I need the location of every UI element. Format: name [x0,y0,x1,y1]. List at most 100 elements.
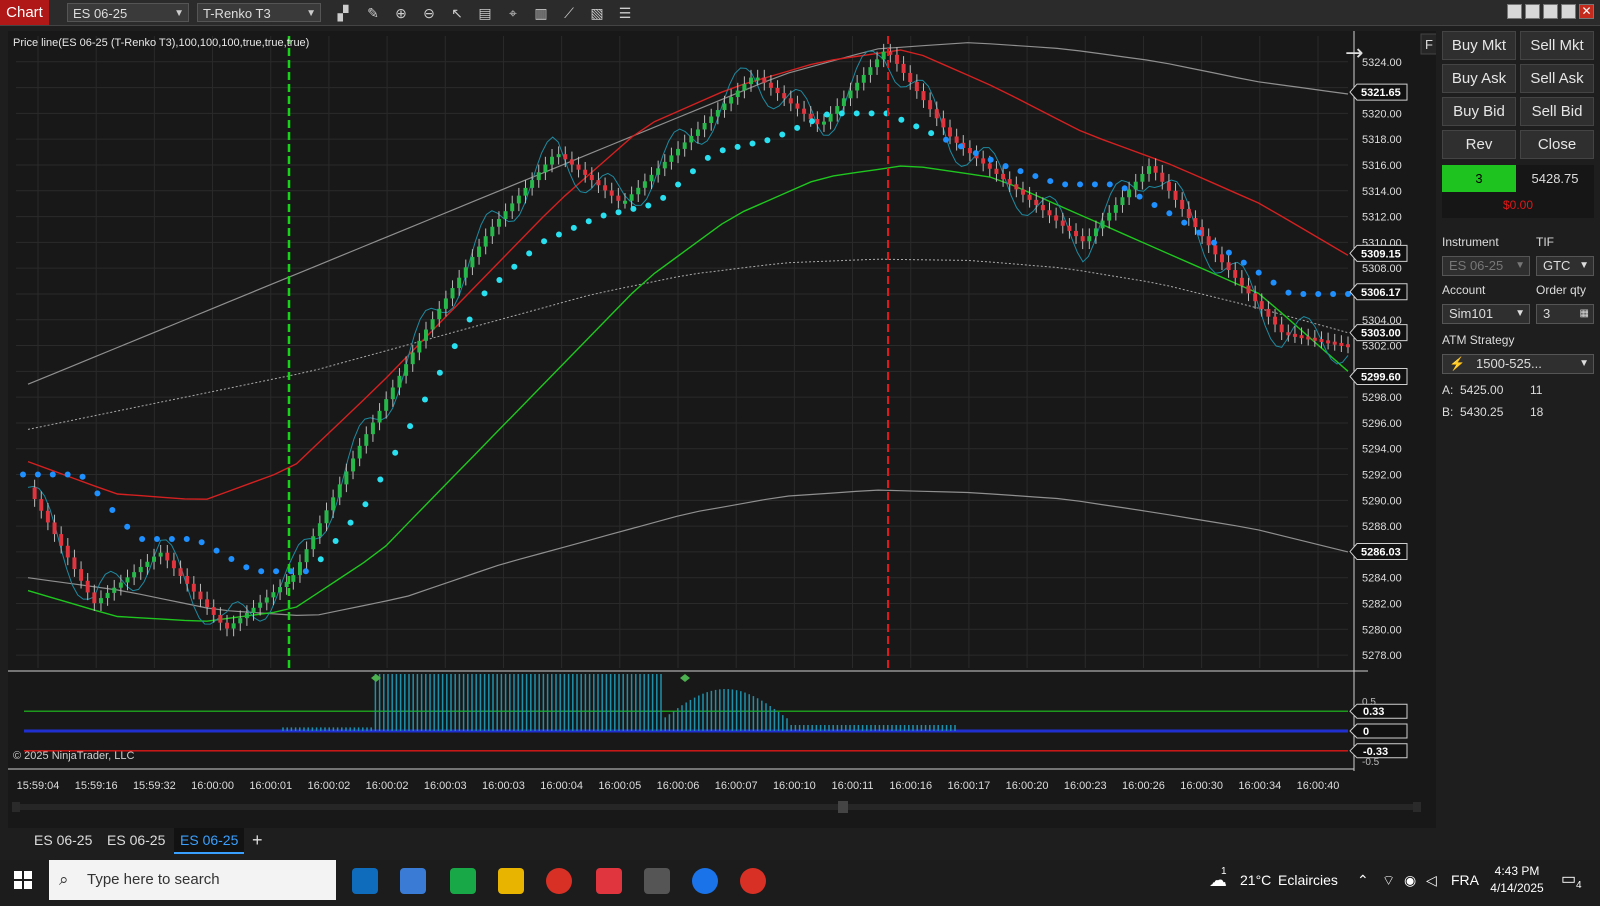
bar-type-selector[interactable]: T-Renko T3 ▼ [197,3,321,22]
candle-body [251,607,256,613]
stop-dot [630,205,637,212]
time-tick-label: 16:00:11 [832,780,874,792]
price-chart[interactable]: 5324.005322.005320.005318.005316.005314.… [8,31,1436,839]
order-qty-stepper[interactable]: 3 ▦ [1536,304,1594,324]
candle-body [1153,166,1158,173]
store-icon[interactable] [400,868,426,894]
atm-strategy-select-value: 1500-525... [1476,356,1542,371]
candle-body [914,82,919,92]
language-indicator[interactable]: FRA [1451,860,1479,900]
anydesk-icon[interactable] [596,868,622,894]
stop-dot [451,343,458,350]
stop-dot [794,124,801,131]
time-tick-label: 16:00:30 [1180,780,1223,792]
window-tile2-button[interactable] [1525,4,1540,19]
pointer-icon[interactable]: ↖ [448,4,466,22]
candle-body [848,90,853,99]
ninjatrader-icon[interactable] [644,868,670,894]
chevron-down-icon: ▼ [1515,308,1525,319]
tab-es-1[interactable]: ES 06-25 [28,828,98,852]
candle-body [1286,332,1291,336]
buy-market-button[interactable]: Buy Mkt [1442,31,1516,60]
candle-body [609,190,614,196]
candle-body [125,577,130,583]
meet-icon[interactable]: ◉ [1404,860,1416,900]
chart-trader-icon[interactable]: ▥ [532,4,550,22]
price-tick-label: 5318.00 [1362,134,1402,146]
stop-dot [258,568,265,575]
strategies-icon[interactable]: ▧ [588,4,606,22]
time-tick-label: 16:00:03 [424,780,467,792]
scroll-right-icon[interactable] [1413,802,1421,812]
zoom-out-icon[interactable]: ⊖ [420,4,438,22]
candle-body [264,597,269,603]
windows-start-icon[interactable] [14,871,32,889]
instrument-field[interactable]: ES 06-25 ▼ [1442,256,1530,276]
instrument-selector[interactable]: ES 06-25 ▼ [67,3,189,22]
sell-market-button[interactable]: Sell Mkt [1520,31,1594,60]
candle-body [569,159,574,165]
stop-dot [1017,168,1024,175]
tray-chevron-up-icon[interactable]: ⌃ [1357,860,1369,900]
candle-body [762,77,767,83]
tab-es-2[interactable]: ES 06-25 [101,828,171,852]
horizontal-scrollbar[interactable] [20,804,1413,810]
tif-select[interactable]: GTC ▼ [1536,256,1594,276]
chrome-icon[interactable] [546,868,572,894]
chart-window-label[interactable]: Chart [0,0,49,25]
price-marker-label: 5306.17 [1361,287,1401,299]
chrome-profile-a-icon[interactable] [692,868,718,894]
instrument-field-value: ES 06-25 [1449,258,1504,273]
arrow-right-icon[interactable]: → [1345,41,1363,66]
properties-list-icon[interactable]: ☰ [616,4,634,22]
taskbar-search[interactable]: ⌕ Type here to search [49,860,336,900]
reverse-button[interactable]: Rev [1442,130,1516,159]
indicators-icon[interactable]: ⟋ [560,4,578,22]
osc-marker-label: -0.33 [1363,746,1388,758]
price-tick-label: 5298.00 [1362,392,1402,404]
sell-bid-button[interactable]: Sell Bid [1520,97,1594,126]
stop-dot [1047,178,1054,185]
sell-ask-button[interactable]: Sell Ask [1520,64,1594,93]
time-tick-label: 16:00:16 [889,780,932,792]
outlook-icon[interactable] [352,868,378,894]
scrollbar-thumb[interactable] [838,801,848,813]
clock[interactable]: 4:43 PM 4/14/2025 [1489,863,1545,897]
account-select[interactable]: Sim101 ▼ [1442,304,1530,324]
buy-bid-button[interactable]: Buy Bid [1442,97,1516,126]
stop-dot [1136,193,1143,200]
tab-es-3[interactable]: ES 06-25 [174,828,245,854]
crosshair-icon[interactable]: ⌖ [504,4,522,22]
stop-dot [734,143,741,150]
minimize-button[interactable] [1543,4,1558,19]
notifications-icon[interactable]: ▭ [1561,860,1576,900]
zoom-in-icon[interactable]: ⊕ [392,4,410,22]
f-button-label: F [1425,37,1433,52]
candle-body [278,587,283,593]
price-marker-label: 5286.03 [1361,547,1401,559]
add-tab-button[interactable]: + [246,828,269,852]
maximize-button[interactable] [1561,4,1576,19]
candle-body [815,119,820,125]
file-explorer-icon[interactable] [498,868,524,894]
buy-ask-button[interactable]: Buy Ask [1442,64,1516,93]
time-tick-label: 16:00:34 [1238,780,1281,792]
atm-strategy-select[interactable]: ⚡ 1500-525... ▼ [1442,354,1594,374]
close-window-button[interactable]: ✕ [1579,4,1594,19]
calculator-icon[interactable]: ▦ [1580,305,1589,323]
network-icon[interactable]: ⌔ [1382,860,1395,900]
stop-dot [913,123,920,130]
chrome-profile-b-icon[interactable] [740,868,766,894]
app-green-icon[interactable] [450,868,476,894]
tif-label: TIF [1536,235,1554,249]
time-tick-label: 16:00:02 [366,780,409,792]
scroll-left-icon[interactable] [12,802,20,812]
bid-label: B: [1442,405,1454,419]
close-position-button[interactable]: Close [1520,130,1594,159]
volume-icon[interactable]: ◁ [1426,860,1437,900]
candle-body [52,522,57,535]
window-tile-button[interactable] [1507,4,1522,19]
bar-style-icon[interactable]: ▞ [334,4,352,22]
data-box-icon[interactable]: ▤ [476,4,494,22]
draw-pencil-icon[interactable]: ✎ [364,4,382,22]
